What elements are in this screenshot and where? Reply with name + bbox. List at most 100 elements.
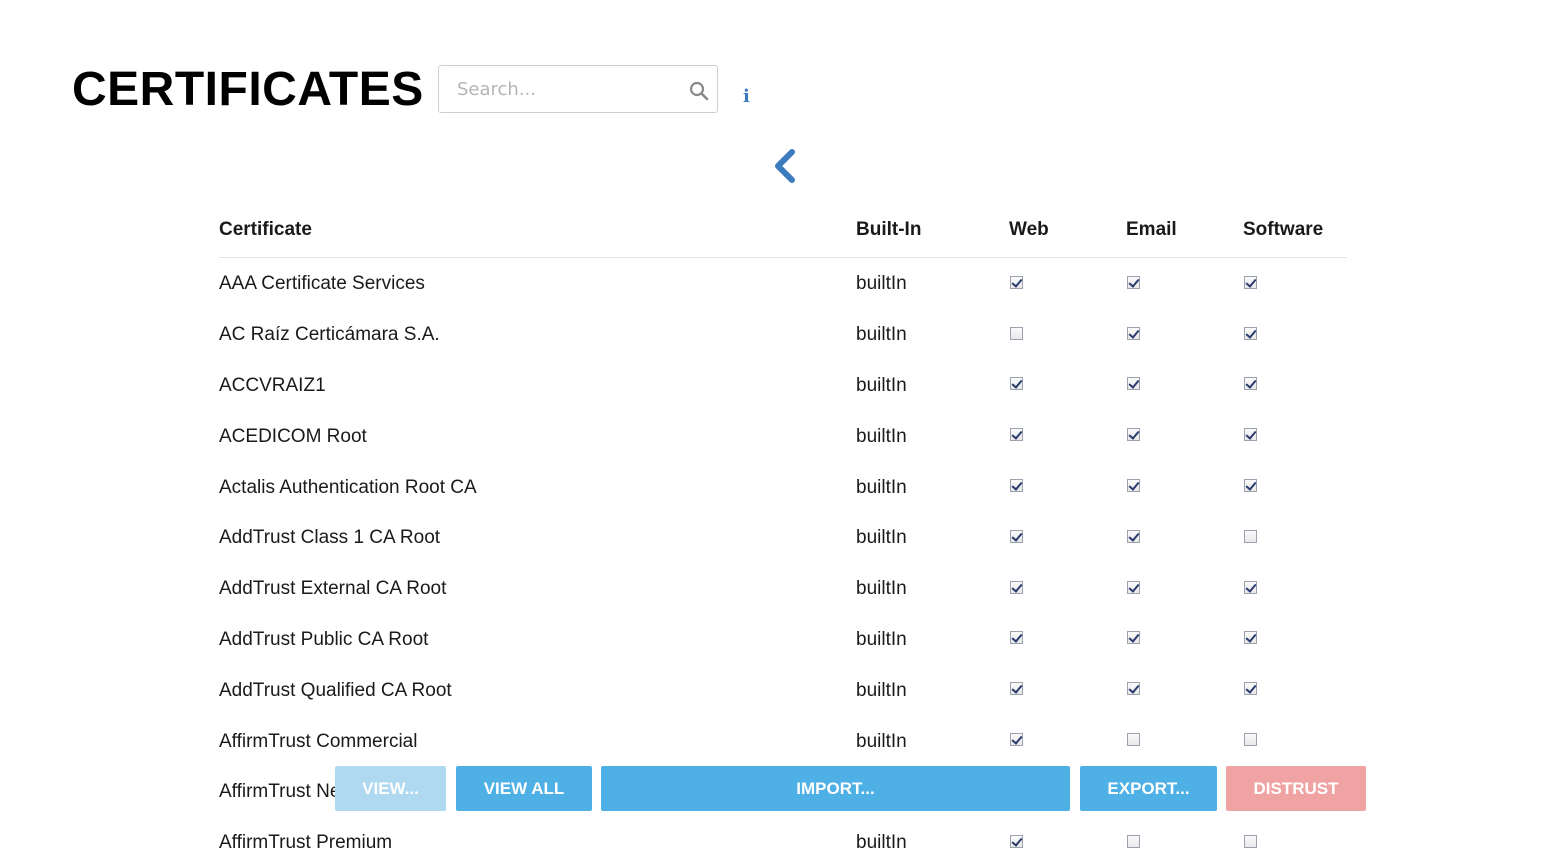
software-trust-checkbox[interactable] [1244,682,1257,696]
email-trust-checkbox[interactable] [1127,479,1140,493]
view-all-button[interactable]: VIEW ALL [456,766,592,811]
column-header-web[interactable]: Web [1009,203,1126,258]
email-trust-cell [1126,410,1243,461]
import-button[interactable]: IMPORT... [601,766,1070,811]
email-trust-checkbox[interactable] [1127,529,1140,543]
table-row[interactable]: ACCVRAIZ1 builtIn [219,360,1347,411]
software-trust-cell [1243,817,1347,868]
web-trust-cell [1009,309,1126,360]
table-row[interactable]: ACEDICOM Root builtIn [219,410,1347,461]
table-row[interactable]: AddTrust External CA Root builtIn [219,563,1347,614]
table-row[interactable]: AffirmTrust Premium builtIn [219,817,1347,868]
software-trust-checkbox[interactable] [1244,377,1257,391]
web-trust-checkbox[interactable] [1010,682,1023,696]
email-trust-checkbox[interactable] [1127,631,1140,645]
software-trust-cell [1243,410,1347,461]
certificate-name: AAA Certificate Services [219,273,425,295]
software-trust-cell [1243,461,1347,512]
column-header-email[interactable]: Email [1126,203,1243,258]
web-trust-cell [1009,410,1126,461]
web-trust-cell [1009,360,1126,411]
software-trust-cell [1243,563,1347,614]
software-trust-cell [1243,309,1347,360]
web-trust-checkbox[interactable] [1010,275,1023,289]
web-trust-checkbox[interactable] [1010,834,1023,848]
table-row[interactable]: AddTrust Qualified CA Root builtIn [219,664,1347,715]
email-trust-cell [1126,258,1243,309]
email-trust-checkbox[interactable] [1127,428,1140,442]
distrust-button[interactable]: DISTRUST [1226,766,1366,811]
built-in-value: builtIn [856,628,907,650]
search-icon[interactable] [689,81,709,101]
chevron-left-icon[interactable] [770,148,798,184]
table-row[interactable]: AAA Certificate Services builtIn [219,258,1347,309]
email-trust-cell [1126,664,1243,715]
certificate-name: AffirmTrust Commercial [219,730,418,752]
view-button[interactable]: VIEW... [335,766,446,811]
email-trust-checkbox[interactable] [1127,580,1140,594]
email-trust-cell [1126,817,1243,868]
web-trust-cell [1009,512,1126,563]
web-trust-checkbox[interactable] [1010,428,1023,442]
page-title: CERTIFICATES [72,63,424,116]
table-row[interactable]: AddTrust Public CA Root builtIn [219,614,1347,665]
certificate-name: AddTrust External CA Root [219,578,447,600]
certificate-name: Actalis Authentication Root CA [219,476,477,498]
certificate-name: AC Raíz Certicámara S.A. [219,324,440,346]
certificate-name: AffirmTrust Premium [219,832,393,854]
info-icon[interactable]: i [743,88,750,106]
email-trust-cell [1126,715,1243,766]
software-trust-checkbox[interactable] [1244,733,1257,747]
web-trust-checkbox[interactable] [1010,733,1023,747]
email-trust-cell [1126,512,1243,563]
column-header-built-in[interactable]: Built-In [856,203,1009,258]
web-trust-cell [1009,258,1126,309]
search-box[interactable] [438,65,718,113]
web-trust-checkbox[interactable] [1010,529,1023,543]
built-in-value: builtIn [856,679,907,701]
email-trust-checkbox[interactable] [1127,733,1140,747]
software-trust-checkbox[interactable] [1244,275,1257,289]
software-trust-cell [1243,715,1347,766]
email-trust-checkbox[interactable] [1127,834,1140,848]
software-trust-cell [1243,614,1347,665]
table-row[interactable]: AffirmTrust Commercial builtIn [219,715,1347,766]
software-trust-checkbox[interactable] [1244,631,1257,645]
web-trust-checkbox[interactable] [1010,479,1023,493]
web-trust-checkbox[interactable] [1010,326,1023,340]
email-trust-checkbox[interactable] [1127,682,1140,696]
built-in-value: builtIn [856,425,907,447]
software-trust-checkbox[interactable] [1244,428,1257,442]
email-trust-cell [1126,563,1243,614]
search-input[interactable] [439,66,697,112]
web-trust-cell [1009,664,1126,715]
table-row[interactable]: Actalis Authentication Root CA builtIn [219,461,1347,512]
column-header-software[interactable]: Software [1243,203,1347,258]
table-row[interactable]: AddTrust Class 1 CA Root builtIn [219,512,1347,563]
software-trust-checkbox[interactable] [1244,580,1257,594]
email-trust-checkbox[interactable] [1127,377,1140,391]
software-trust-checkbox[interactable] [1244,529,1257,543]
software-trust-checkbox[interactable] [1244,326,1257,340]
web-trust-checkbox[interactable] [1010,631,1023,645]
certificate-name: AddTrust Public CA Root [219,628,429,650]
web-trust-cell [1009,461,1126,512]
built-in-value: builtIn [856,730,907,752]
built-in-value: builtIn [856,578,907,600]
software-trust-checkbox[interactable] [1244,479,1257,493]
export-button[interactable]: EXPORT... [1080,766,1217,811]
table-header-row: Certificate Built-In Web Email Software [219,203,1347,258]
certificate-name: ACEDICOM Root [219,425,367,447]
web-trust-checkbox[interactable] [1010,377,1023,391]
certificate-name: ACCVRAIZ1 [219,374,326,396]
software-trust-cell [1243,512,1347,563]
email-trust-checkbox[interactable] [1127,275,1140,289]
software-trust-cell [1243,664,1347,715]
column-header-certificate[interactable]: Certificate [219,203,856,258]
table-row[interactable]: AC Raíz Certicámara S.A. builtIn [219,309,1347,360]
software-trust-checkbox[interactable] [1244,834,1257,848]
software-trust-cell [1243,360,1347,411]
web-trust-cell [1009,563,1126,614]
email-trust-checkbox[interactable] [1127,326,1140,340]
web-trust-checkbox[interactable] [1010,580,1023,594]
